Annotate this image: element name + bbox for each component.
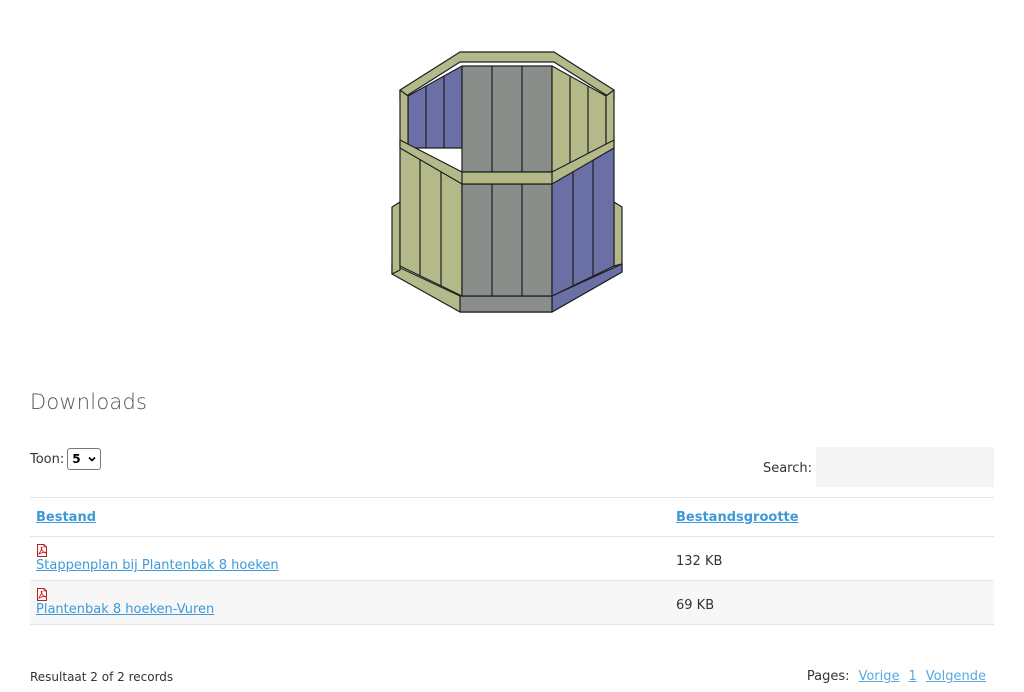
section-title: Downloads (30, 390, 148, 414)
pdf-icon (37, 544, 47, 557)
page: Downloads Toon: 5 Search: Bestand Bestan… (0, 0, 1024, 692)
planter-illustration (391, 51, 623, 313)
column-header-file: Bestand (30, 497, 670, 537)
chevron-down-icon (88, 456, 96, 462)
search-input[interactable] (816, 447, 994, 487)
pagination: Pages: Vorige 1 Volgende (807, 669, 986, 684)
pdf-icon (37, 588, 47, 601)
sort-bestandsgrootte-link[interactable]: Bestandsgrootte (676, 510, 799, 525)
table-header-row: Bestand Bestandsgrootte (30, 497, 994, 537)
page-length-control: Toon: 5 (30, 448, 101, 470)
downloads-table: Bestand Bestandsgrootte Stappenplan bij … (30, 497, 994, 625)
file-size: 69 KB (676, 598, 715, 613)
toon-label: Toon: (30, 451, 65, 467)
next-page-link[interactable]: Volgende (926, 669, 986, 684)
table-row: Stappenplan bij Plantenbak 8 hoeken 132 … (30, 536, 994, 581)
file-link[interactable]: Plantenbak 8 hoeken-Vuren (36, 602, 214, 617)
column-header-size: Bestandsgrootte (670, 497, 994, 537)
previous-page-link[interactable]: Vorige (858, 669, 899, 684)
size-cell: 69 KB (670, 580, 994, 625)
file-size: 132 KB (676, 554, 723, 569)
sort-bestand-link[interactable]: Bestand (36, 510, 96, 525)
search-label: Search: (762, 460, 812, 476)
page-length-select[interactable]: 5 (67, 448, 101, 470)
file-link[interactable]: Stappenplan bij Plantenbak 8 hoeken (36, 558, 279, 573)
result-count: Resultaat 2 of 2 records (30, 670, 174, 684)
page-length-value: 5 (72, 452, 81, 466)
size-cell: 132 KB (670, 536, 994, 581)
table-row: Plantenbak 8 hoeken-Vuren 69 KB (30, 580, 994, 625)
search-control: Search: (763, 447, 994, 487)
pages-label: Pages: (806, 669, 850, 684)
file-cell: Stappenplan bij Plantenbak 8 hoeken (30, 536, 670, 581)
page-link-1[interactable]: 1 (909, 669, 917, 684)
file-cell: Plantenbak 8 hoeken-Vuren (30, 580, 670, 625)
